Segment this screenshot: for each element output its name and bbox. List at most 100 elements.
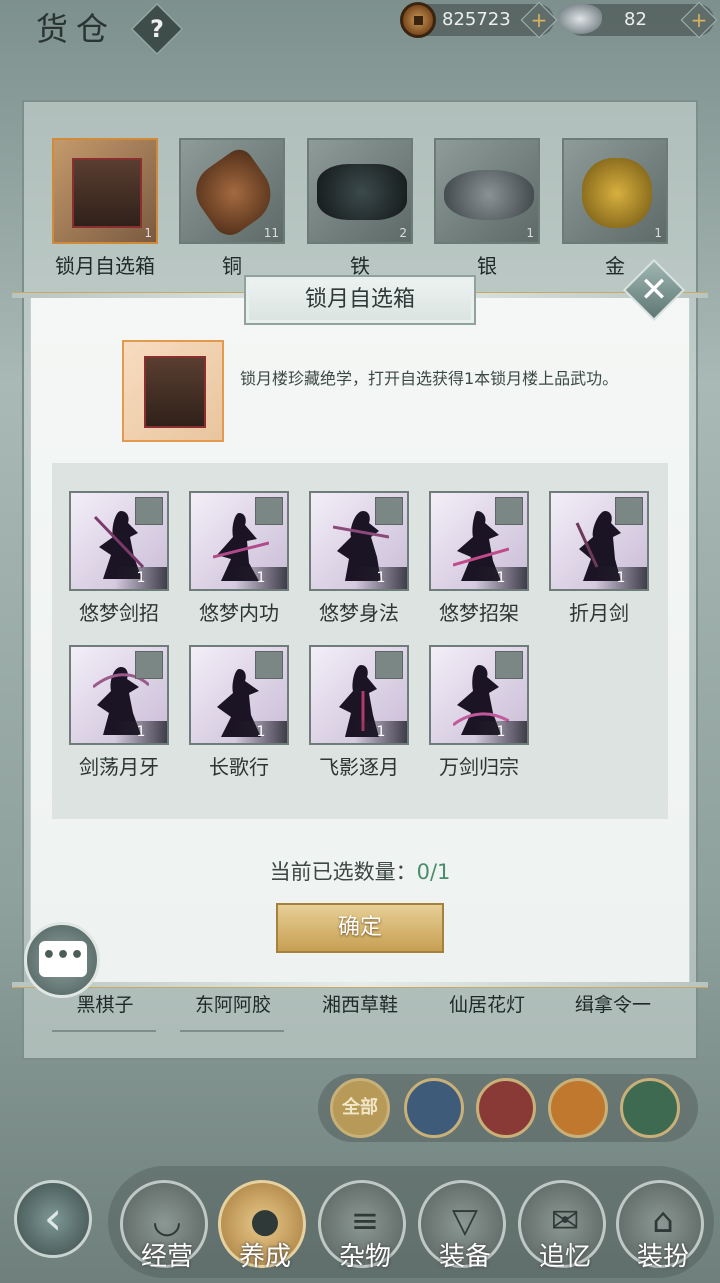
skill-option[interactable]: 1 长歌行	[184, 645, 294, 780]
skill-slot: 1	[429, 645, 529, 745]
dialog-title: 锁月自选箱	[244, 275, 476, 325]
skill-slot: 1	[309, 491, 409, 591]
item-slot: 11	[179, 138, 285, 244]
skill-checkbox[interactable]	[375, 651, 403, 679]
item-slot: 1	[434, 138, 540, 244]
tab-decorate[interactable]: ⌂ 装扮	[616, 1180, 704, 1272]
back-button[interactable]: ‹	[14, 1180, 92, 1258]
tab-misc[interactable]: ≡ 杂物	[318, 1180, 406, 1272]
copper-amount: 825723	[442, 9, 511, 30]
category-all-button[interactable]: 全部	[330, 1078, 390, 1138]
chat-icon: •••	[39, 941, 87, 977]
item-slot: 2	[307, 138, 413, 244]
skill-option[interactable]: 1 悠梦内功	[184, 491, 294, 626]
skill-name: 悠梦剑招	[79, 601, 159, 625]
letter-icon: ✉	[550, 1201, 580, 1241]
skill-option[interactable]: 1 悠梦招架	[424, 491, 534, 626]
tab-equipment[interactable]: ▽ 装备	[418, 1180, 506, 1272]
skill-checkbox[interactable]	[375, 497, 403, 525]
nav-bar: ◡ 经营 ● 养成 ≡ 杂物 ▽ 装备 ✉ 追忆 ⌂ 装扮	[108, 1166, 714, 1278]
skill-name: 悠梦身法	[319, 601, 399, 625]
skill-slot: 1	[69, 645, 169, 745]
category-filter: 全部	[318, 1074, 698, 1142]
list-item[interactable]: 仙居花灯	[432, 990, 542, 1017]
skill-checkbox[interactable]	[135, 651, 163, 679]
orb-icon: ●	[250, 1201, 280, 1241]
chat-button[interactable]: •••	[24, 922, 100, 998]
page-title: 货仓	[36, 10, 117, 48]
bottom-nav: ‹ ◡ 经营 ● 养成 ≡ 杂物 ▽ 装备 ✉ 追忆 ⌂ 装扮	[0, 1160, 720, 1283]
close-icon: ✕	[639, 270, 669, 310]
inventory-item[interactable]: 1 锁月自选箱	[52, 138, 158, 279]
skill-grid: 1 悠梦剑招 1 悠梦内功 1 悠梦身法 1 悠梦招架 1 折月剑 1 剑荡月牙…	[52, 463, 668, 819]
copper-currency: 825723 +	[400, 1, 558, 39]
bag-icon[interactable]	[404, 1078, 464, 1138]
scrolls-icon[interactable]	[548, 1078, 608, 1138]
item-slot: 1	[562, 138, 668, 244]
skill-name: 飞影逐月	[319, 755, 399, 779]
skill-name: 万剑归宗	[439, 755, 519, 779]
iron-ore-icon	[317, 164, 407, 220]
skill-checkbox[interactable]	[615, 497, 643, 525]
divider	[52, 1030, 156, 1032]
skill-option[interactable]: 1 万剑归宗	[424, 645, 534, 780]
tools-icon[interactable]	[476, 1078, 536, 1138]
silver-amount: 82	[624, 9, 647, 30]
umbrella-icon[interactable]	[620, 1078, 680, 1138]
skill-checkbox[interactable]	[255, 651, 283, 679]
skill-name: 折月剑	[569, 601, 629, 625]
skill-slot: 1	[189, 491, 289, 591]
inventory-item[interactable]: 2 铁	[307, 138, 413, 279]
skill-option[interactable]: 1 悠梦剑招	[64, 491, 174, 626]
inventory-item[interactable]: 11 铜	[179, 138, 285, 279]
skill-checkbox[interactable]	[135, 497, 163, 525]
bowl-icon: ◡	[152, 1201, 182, 1241]
add-copper-button[interactable]: +	[520, 1, 558, 39]
modal-bottom-border	[12, 982, 708, 988]
skill-checkbox[interactable]	[255, 497, 283, 525]
selected-count-value: 0/1	[416, 860, 451, 884]
pavilion-icon: ⌂	[652, 1201, 674, 1241]
selected-count-label: 当前已选数量：	[269, 860, 417, 884]
skill-name: 长歌行	[209, 755, 269, 779]
item-preview	[122, 340, 224, 442]
skill-slot: 1	[429, 491, 529, 591]
skill-name: 剑荡月牙	[79, 755, 159, 779]
robe-icon: ▽	[451, 1201, 479, 1241]
tab-cultivate[interactable]: ● 养成	[218, 1180, 306, 1272]
gold-ore-icon	[582, 158, 652, 228]
tab-business[interactable]: ◡ 经营	[120, 1180, 208, 1272]
copper-coin-icon	[400, 2, 436, 38]
list-item[interactable]: 缉拿令一	[558, 990, 668, 1017]
skill-option[interactable]: 1 飞影逐月	[304, 645, 414, 780]
item-slot: 1	[52, 138, 158, 244]
silver-ore-icon	[444, 170, 534, 220]
item-description: 锁月楼珍藏绝学，打开自选获得1本锁月楼上品武功。	[240, 369, 619, 388]
silver-ingot-icon	[558, 4, 602, 34]
skill-checkbox[interactable]	[495, 497, 523, 525]
sticks-icon: ≡	[350, 1201, 380, 1241]
tab-memories[interactable]: ✉ 追忆	[518, 1180, 606, 1272]
top-bar: 货仓 ? 825723 + 82 +	[0, 0, 720, 56]
skill-option[interactable]: 1 剑荡月牙	[64, 645, 174, 780]
silver-currency: 82 +	[558, 1, 718, 39]
list-item[interactable]: 湘西草鞋	[305, 990, 415, 1017]
skill-slot: 1	[189, 645, 289, 745]
skill-slot: 1	[309, 645, 409, 745]
add-silver-button[interactable]: +	[680, 1, 718, 39]
list-item[interactable]: 东阿阿胶	[178, 990, 288, 1017]
chest-icon	[72, 158, 142, 228]
skill-option[interactable]: 1 悠梦身法	[304, 491, 414, 626]
skill-name: 悠梦内功	[199, 601, 279, 625]
item-name: 锁月自选箱	[55, 254, 155, 278]
selected-count: 当前已选数量：0/1	[0, 856, 720, 886]
skill-slot: 1	[549, 491, 649, 591]
inventory-item[interactable]: 1 银	[434, 138, 540, 279]
chest-icon	[144, 356, 206, 428]
skill-checkbox[interactable]	[495, 651, 523, 679]
skill-option[interactable]: 1 折月剑	[544, 491, 654, 626]
divider	[180, 1030, 284, 1032]
confirm-button[interactable]: 确定	[276, 903, 444, 953]
inventory-item[interactable]: 1 金	[562, 138, 668, 279]
help-button[interactable]: ?	[130, 2, 184, 56]
